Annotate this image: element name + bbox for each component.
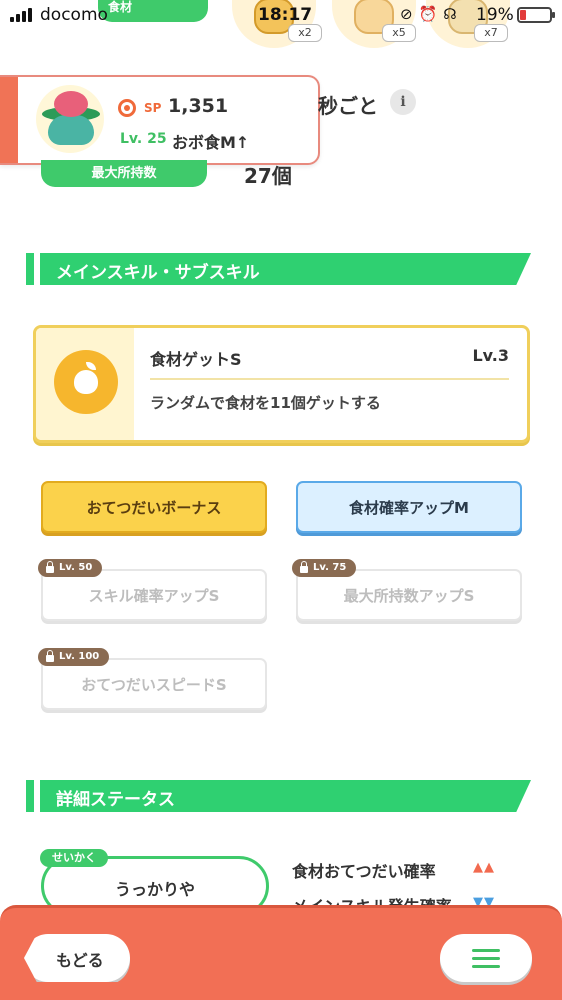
headphones-icon: ☊ (443, 5, 457, 23)
pokemon-level: Lv. 25 (120, 131, 167, 147)
max-capacity-value: 27個 (244, 164, 292, 188)
alarm-icon: ⏰ (418, 5, 438, 23)
main-skill-description: ランダムで食材を11個ゲットする (150, 394, 381, 412)
unlock-level-badge: Lv. 100 (38, 648, 110, 666)
subskill-helping-bonus[interactable]: おてつだいボーナス (41, 481, 267, 533)
main-skill-level: Lv.3 (472, 346, 509, 365)
stat-up-arrows: ▲▲ (473, 860, 495, 875)
max-capacity-label: 最大所持数 (41, 160, 207, 187)
battery-percent: 19% (476, 5, 514, 25)
lock-icon (46, 560, 54, 573)
stat-ingredient-rate-label: 食材おてつだい確率 (292, 862, 436, 881)
section-title: メインスキル・サブスキル (56, 263, 260, 283)
pokemon-summary-card[interactable]: SP 1,351 Lv. 25 おボ食M↑ (0, 75, 320, 165)
sp-label: SP (144, 101, 162, 115)
main-skill-card[interactable]: 食材ゲットS Lv.3 ランダムで食材を11個ゲットする (33, 325, 530, 443)
hamburger-menu-icon (472, 949, 500, 952)
divider (150, 378, 509, 380)
section-title: 詳細ステータス (56, 790, 175, 810)
battery-icon (517, 7, 555, 23)
pokeball-icon (118, 99, 136, 117)
unlock-level-badge: Lv. 50 (38, 559, 103, 577)
clock: 18:17 (258, 5, 313, 25)
main-skill-name: 食材ゲットS (150, 350, 242, 369)
signal-icon (10, 8, 32, 22)
pokemon-avatar (36, 85, 104, 153)
nature-value: うっかりや (114, 880, 195, 899)
pokemon-subskill-summary: おボ食M↑ (172, 133, 250, 152)
back-button[interactable]: もどる (24, 934, 130, 982)
unlock-level-badge: Lv. 75 (292, 559, 357, 577)
info-icon[interactable]: i (390, 89, 416, 115)
section-header-skills: メインスキル・サブスキル (26, 253, 531, 285)
rotation-lock-icon: ⊘ (400, 5, 413, 23)
card-accent-stripe (0, 77, 18, 163)
lock-icon (46, 649, 54, 662)
help-interval-suffix: 秒ごと (318, 94, 378, 118)
menu-button[interactable] (440, 934, 532, 982)
carrier-name: docomo (40, 5, 108, 25)
sp-value: 1,351 (168, 95, 229, 117)
subskill-ingredient-finder[interactable]: 食材確率アップM (296, 481, 522, 533)
back-button-label: もどる (56, 951, 104, 970)
bottom-bar: もどる (0, 905, 562, 1000)
battery-level (520, 10, 526, 20)
lock-icon (300, 560, 308, 573)
section-header-details: 詳細ステータス (26, 780, 531, 812)
nature-tag: せいかく (40, 849, 108, 867)
status-bar: docomo 18:17 ⊘ ⏰ ☊ 19% (0, 0, 562, 30)
apple-icon (54, 350, 118, 414)
